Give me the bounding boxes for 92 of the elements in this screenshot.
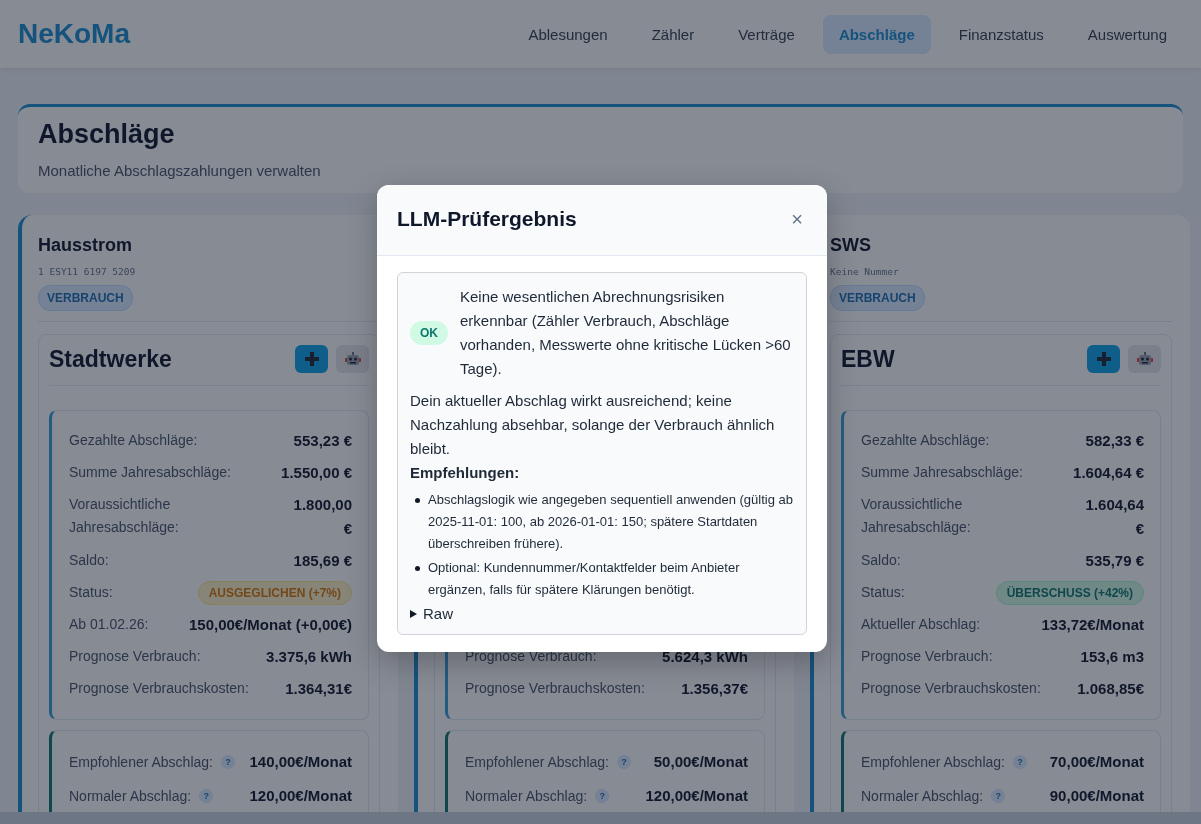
scrollbar[interactable] [0,812,1201,824]
plus-icon [303,351,320,367]
status-badge: ÜBERSCHUSS (+42%) [995,581,1144,605]
close-button[interactable]: × [787,207,807,231]
type-tag: VERBRAUCH [38,285,133,311]
field-value: 1.800,00 € [292,495,352,539]
field-label: Prognose Verbrauch: [861,647,994,666]
section-heading: Empfehlungen: [410,463,521,483]
field-value: 1.364,31€ [285,679,352,699]
field-label: Saldo: [861,551,902,570]
plus-icon [1095,351,1112,367]
recommendation-text: Optional: Kundennummer/Kontaktfelder beim Anbieter ergänzen, falls für spätere Klärungen benötigt. [428,559,741,599]
field-value: 1.604,64 € [1073,463,1144,483]
field-label: Saldo: [69,551,110,570]
meter-title: Hausstrom [38,235,134,256]
help-icon[interactable]: ? [617,755,631,769]
field-label: Prognose Verbrauchskosten: [465,679,646,698]
field-label: Summe Jahresabschläge: [69,463,232,482]
robot-button[interactable] [1128,345,1161,373]
field-value: 150,00€/Monat (+0,00€) [189,615,352,635]
field-label: Voraussichtliche Jahresabschläge: [69,495,180,537]
field-value: 133,72€/Monat [1041,615,1144,635]
page-title: Abschläge [38,119,176,150]
add-button[interactable] [295,345,328,373]
field-label: Prognose Verbrauchskosten: [861,679,1042,698]
field-value: 1.550,00 € [281,463,352,483]
nav-tab[interactable]: Abschläge [822,14,931,54]
field-value: 120,00€/Monat [645,786,748,806]
field-label: Empfohlener Abschlag: [465,752,609,772]
field-value: 70,00€/Monat [1049,752,1144,772]
field-value: 5.624,3 kWh [662,647,748,667]
field-label: Status: [861,583,906,602]
nav-tab[interactable]: Finanzstatus [942,14,1060,54]
field-value: 582,33 € [1085,431,1144,451]
field-label: Empfohlener Abschlag: [861,752,1005,772]
field-value: 140,00€/Monat [249,752,352,772]
raw-toggle[interactable]: Raw [410,605,453,622]
field-value: 3.375,6 kWh [266,647,352,667]
field-value: 90,00€/Monat [1049,786,1144,806]
field-label: Normaler Abschlag: [861,786,984,806]
status-badge: AUSGEGLICHEN (+7%) [197,581,352,605]
nav-tab[interactable]: Zähler [635,14,711,54]
provider-name: EBW [841,345,895,373]
field-label: Status: [69,583,114,602]
help-icon[interactable]: ? [199,789,214,803]
field-label: Empfohlener Abschlag: [69,752,213,772]
field-label: Summe Jahresabschläge: [861,463,1024,482]
help-icon[interactable]: ? [1013,755,1027,769]
field-label: Prognose Verbrauchskosten: [69,679,250,698]
field-value: 120,00€/Monat [249,786,352,806]
caret-icon [410,609,417,618]
bullet-icon [415,498,420,503]
nav-tab[interactable]: Verträge [722,14,811,54]
status-badge: OK [410,321,448,345]
meter-number: Keine Nummer [830,266,900,277]
help-icon[interactable]: ? [221,755,235,769]
result-summary: Keine wesentlichen Abrechnungsrisiken erkennbar (Zähler Verbrauch, Abschläge vorhanden, Messwerte ohne kritische Lücken >60 Tage). [460,287,792,379]
field-value: 535,79 € [1085,551,1144,571]
add-button[interactable] [1087,345,1120,373]
result-text: Dein aktueller Abschlag wirkt ausreichend; keine Nachzahlung absehbar, solange der Verbrauch ähnlich bleibt. [410,391,776,459]
robot-icon [344,351,361,367]
app-logo: NeKoMa [18,18,130,50]
field-label: Prognose Verbrauch: [465,647,598,666]
field-value: 185,69 € [293,551,352,571]
field-value: 1.068,85€ [1077,679,1144,699]
field-label: Ab 01.02.26: [69,615,150,634]
field-label: Gezahlte Abschläge: [861,431,991,450]
page-subtitle: Monatliche Abschlagszahlungen verwalten [38,162,322,179]
nav-tab[interactable]: Ablesungen [512,14,624,54]
field-label: Prognose Verbrauch: [69,647,202,666]
field-label: Gezahlte Abschläge: [69,431,199,450]
field-value: 1.356,37€ [681,679,748,699]
provider-name: Stadtwerke [49,345,172,373]
type-tag: VERBRAUCH [830,285,925,311]
field-label: Normaler Abschlag: [69,786,192,806]
field-value: 553,23 € [293,431,352,451]
meter-title: SWS [830,235,872,256]
robot-icon [1136,351,1153,367]
field-label: Voraussichtliche Jahresabschläge: [861,495,972,537]
help-icon[interactable]: ? [595,789,610,803]
field-value: 1.604,64 € [1084,495,1144,539]
bullet-icon [415,566,420,571]
field-value: 153,6 m3 [1080,647,1144,667]
field-label: Normaler Abschlag: [465,786,588,806]
field-value: 50,00€/Monat [653,752,748,772]
meter-number: 1 ESY11 6197 5209 [38,266,137,277]
nav-tab[interactable]: Auswertung [1071,14,1183,54]
dialog-title: LLM-Prüfergebnis [397,207,577,231]
help-icon[interactable]: ? [991,789,1006,803]
robot-button[interactable] [336,345,369,373]
field-label: Aktueller Abschlag: [861,615,982,634]
recommendation-text: Abschlagslogik wie angegeben sequentiell anwenden (gültig ab 2025-11-01: 100, ab 2026-01-01: 150; spätere Startdaten überschreiben frühere). [428,491,794,553]
